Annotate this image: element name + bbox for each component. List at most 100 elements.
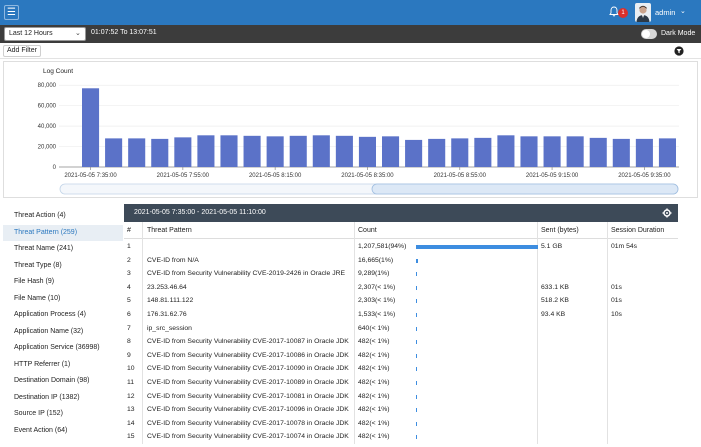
- count-cell: 482(< 1%): [358, 379, 390, 386]
- notification-badge[interactable]: 1: [618, 8, 628, 18]
- chart-bar[interactable]: [174, 137, 192, 167]
- table-row[interactable]: 6 176.31.62.76 1,533(< 1%) 93.4 KB 10s: [124, 309, 678, 322]
- count-cell: 1,533(< 1%): [358, 311, 396, 318]
- dark-mode-toggle[interactable]: [641, 29, 657, 39]
- chart-bar[interactable]: [243, 135, 261, 167]
- count-share-bar: [416, 367, 417, 372]
- chart-bar[interactable]: [543, 136, 561, 167]
- sidebar-item[interactable]: Threat Pattern (259): [3, 224, 123, 241]
- column-header-threat-pattern[interactable]: Threat Pattern: [147, 227, 192, 234]
- row-number: 8: [127, 338, 131, 346]
- chevron-down-icon[interactable]: ⌄: [680, 7, 686, 15]
- avatar[interactable]: [635, 3, 651, 22]
- sidebar-item[interactable]: Destination Domain (98): [3, 373, 123, 389]
- sidebar-item[interactable]: Threat Type (8): [3, 258, 123, 274]
- x-tick-label: 2021-05-05 8:15:00: [249, 173, 302, 179]
- threat-pattern-cell: CVE-ID from Security Vulnerability CVE-2…: [147, 433, 349, 441]
- chart-bar[interactable]: [405, 139, 423, 167]
- sidebar-item[interactable]: HTTP Referrer (1): [3, 357, 123, 373]
- table-row[interactable]: 8 CVE-ID from Security Vulnerability CVE-…: [124, 336, 678, 349]
- count-cell: 16,665(1%): [358, 256, 394, 264]
- y-tick-label: 20,000: [38, 145, 57, 151]
- chart-bar[interactable]: [82, 88, 100, 167]
- count-cell: 482(< 1%): [358, 406, 390, 414]
- table-row[interactable]: 2 CVE-ID from N/A 16,665(1%): [124, 255, 678, 268]
- toggle-knob: [642, 30, 650, 38]
- sent-bytes-cell: 5.1 GB: [541, 243, 563, 250]
- chart-bar[interactable]: [358, 136, 376, 167]
- threat-pattern-cell: CVE-ID from Security Vulnerability CVE-2…: [147, 351, 349, 359]
- row-number: 15: [127, 433, 135, 441]
- chart-bar[interactable]: [197, 135, 215, 167]
- session-duration-cell: 01s: [611, 297, 622, 305]
- chart-bar[interactable]: [312, 135, 330, 167]
- chart-bar[interactable]: [497, 135, 515, 167]
- table-row[interactable]: 13 CVE-ID from Security Vulnerability CVE…: [124, 404, 678, 417]
- chart-bar[interactable]: [451, 138, 469, 167]
- sidebar-item[interactable]: Application Service (36998): [3, 340, 123, 356]
- table-row[interactable]: 3 CVE-ID from Security Vulnerability CVE-…: [124, 268, 678, 281]
- sidebar-item[interactable]: Application Name (32): [3, 324, 123, 340]
- table-row[interactable]: 1 1,207,581(94%) 5.1 GB 01m 54s: [124, 241, 678, 254]
- table-row[interactable]: 12 CVE-ID from Security Vulnerability CVE…: [124, 391, 678, 404]
- chart-bar[interactable]: [289, 135, 307, 167]
- panel-title: 2021-05-05 7:35:00 - 2021-05-05 11:10:00: [134, 209, 266, 216]
- table-row[interactable]: 4 23.253.46.64 2,307(< 1%) 633.1 KB 01s: [124, 282, 678, 295]
- count-cell: 482(< 1%): [358, 433, 390, 441]
- chart-canvas: 0 20,000 40,000 60,000 80,000 2021-05-05 7:3…: [38, 68, 679, 195]
- sidebar-item[interactable]: File Hash (9): [3, 274, 123, 290]
- threat-pattern-cell: CVE-ID from Security Vulnerability CVE-2…: [147, 406, 349, 414]
- threat-pattern-panel: 2021-05-05 7:35:00 - 2021-05-05 11:10:00…: [124, 204, 678, 444]
- column-header-session-duration[interactable]: Session Duration: [611, 227, 664, 234]
- sidebar-item[interactable]: Application Process (4): [3, 307, 123, 323]
- row-number: 1: [127, 243, 131, 250]
- table-row[interactable]: 11 CVE-ID from Security Vulnerability CVE…: [124, 377, 678, 390]
- count-cell: 2,303(< 1%): [358, 297, 396, 305]
- funnel-icon[interactable]: [674, 46, 684, 56]
- sidebar-item[interactable]: File Name (10): [3, 291, 123, 307]
- log-count-chart: 0 20,000 40,000 60,000 80,000 2021-05-05 7:3…: [3, 61, 698, 198]
- settings-icon[interactable]: [662, 208, 672, 218]
- top-bar: ☰ 1 admin ⌄: [0, 0, 701, 25]
- threat-pattern-cell: CVE-ID from Security Vulnerability CVE-2…: [147, 379, 349, 386]
- column-header-number[interactable]: #: [127, 227, 131, 234]
- chart-bar[interactable]: [520, 136, 538, 167]
- chart-bar[interactable]: [266, 136, 284, 167]
- row-number: 3: [127, 270, 131, 278]
- chart-bar[interactable]: [635, 138, 653, 167]
- threat-pattern-cell: CVE-ID from Security Vulnerability CVE-2…: [147, 419, 349, 427]
- column-header-count[interactable]: Count: [358, 227, 377, 234]
- chart-bar[interactable]: [335, 135, 353, 167]
- chart-bar[interactable]: [151, 138, 169, 167]
- sidebar-item[interactable]: Destination IP (1382): [3, 390, 123, 406]
- chart-bar[interactable]: [589, 137, 607, 167]
- add-filter-button[interactable]: Add Filter: [3, 45, 41, 57]
- table-row[interactable]: 9 CVE-ID from Security Vulnerability CVE-…: [124, 350, 678, 363]
- table-row[interactable]: 7 ip_src_session 640(< 1%): [124, 323, 678, 336]
- table-row[interactable]: 10 CVE-ID from Security Vulnerability CVE…: [124, 363, 678, 376]
- table-row[interactable]: 15 CVE-ID from Security Vulnerability CVE…: [124, 431, 678, 444]
- range-brush[interactable]: [59, 183, 679, 195]
- chart-bar[interactable]: [474, 137, 492, 167]
- chart-bar[interactable]: [612, 138, 630, 167]
- chart-bar[interactable]: [566, 136, 584, 167]
- user-name[interactable]: admin: [655, 8, 675, 17]
- column-header-sent-bytes[interactable]: Sent (bytes): [541, 227, 579, 234]
- table-row[interactable]: 5 148.81.111.122 2,303(< 1%) 518.2 KB 01s: [124, 295, 678, 308]
- y-tick-label: 0: [53, 165, 57, 171]
- chart-bar[interactable]: [382, 136, 400, 167]
- chart-bar[interactable]: [220, 135, 238, 167]
- sidebar-item[interactable]: Source IP (152): [3, 406, 123, 422]
- chart-bar[interactable]: [128, 138, 146, 167]
- sidebar-item[interactable]: Threat Action (4): [3, 208, 123, 224]
- row-number: 11: [127, 379, 135, 386]
- hamburger-icon[interactable]: ☰: [4, 5, 19, 20]
- sidebar-item[interactable]: Event Action (64): [3, 423, 123, 439]
- chart-bar[interactable]: [428, 138, 446, 167]
- chart-bar[interactable]: [105, 138, 123, 167]
- table-row[interactable]: 14 CVE-ID from Security Vulnerability CVE…: [124, 418, 678, 431]
- time-range-select[interactable]: Last 12 Hours ⌄: [4, 27, 86, 41]
- table-header: # Threat Pattern Count Sent (bytes) Sess…: [124, 222, 678, 239]
- chart-bar[interactable]: [658, 138, 676, 167]
- sidebar-item[interactable]: Threat Name (241): [3, 241, 123, 257]
